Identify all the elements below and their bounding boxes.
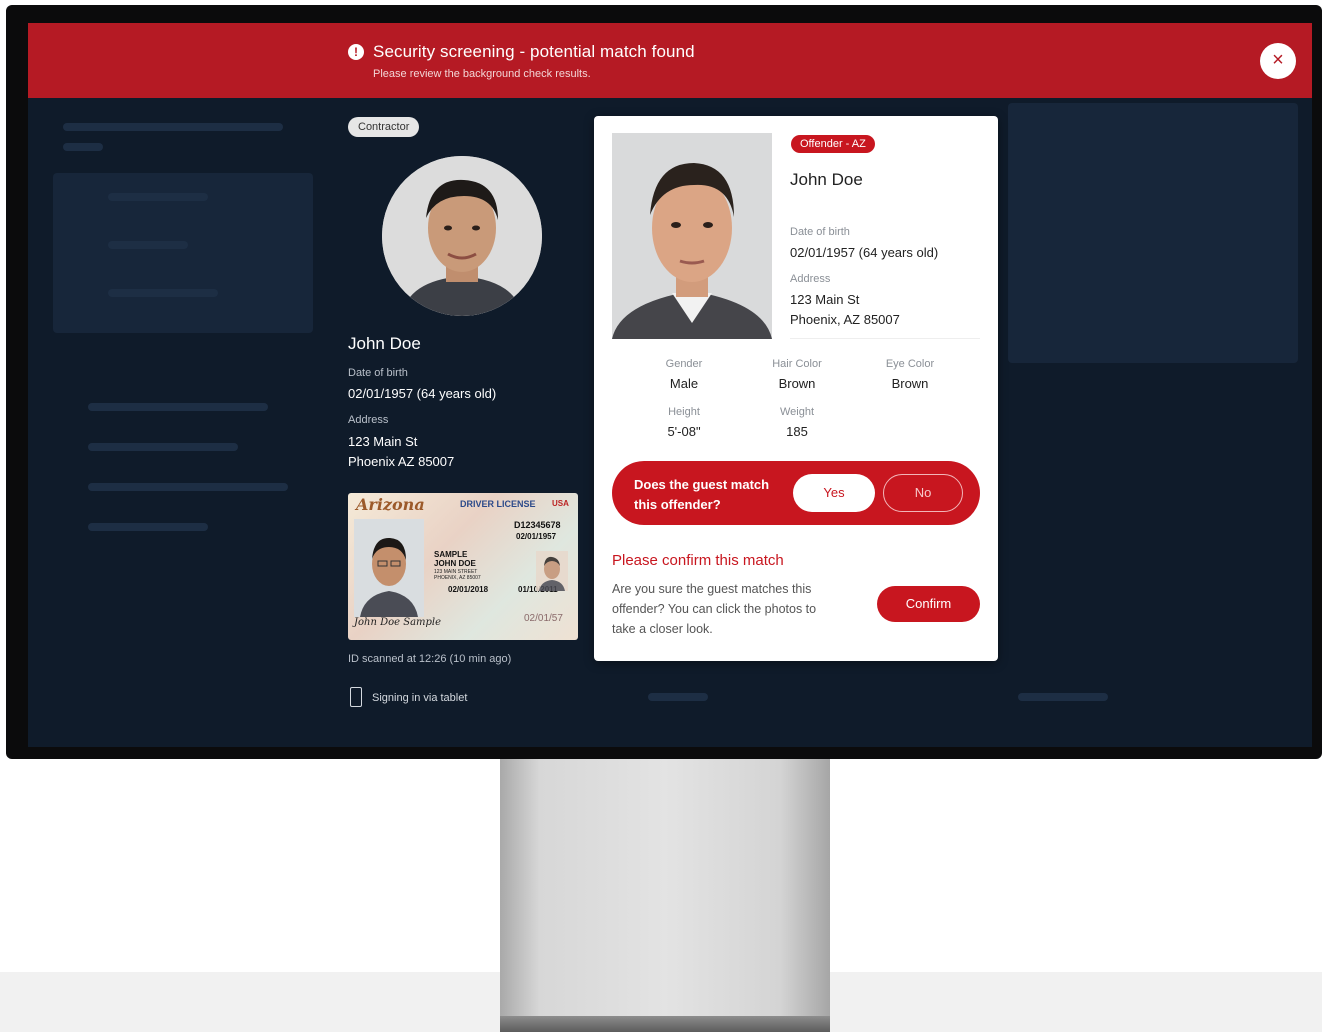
id-card-name1: SAMPLE: [434, 550, 468, 559]
screen: ! Security screening - potential match f…: [28, 23, 1312, 747]
alert-banner: ! Security screening - potential match f…: [28, 23, 1312, 98]
guest-address-line1: 123 Main St: [348, 434, 418, 449]
background-text: [108, 289, 218, 297]
id-card-stamp: 02/01/57: [524, 613, 563, 624]
guest-type-badge: Contractor: [348, 117, 420, 137]
match-question: Does the guest match this offender?: [634, 477, 770, 512]
background-text: [88, 403, 268, 411]
yes-button[interactable]: Yes: [793, 474, 875, 512]
exclamation-circle-icon: !: [348, 44, 364, 60]
match-question-panel: Does the guest match this offender? Yes …: [612, 461, 980, 525]
tablet-icon: [350, 687, 362, 707]
id-card-signature: John Doe Sample: [354, 617, 442, 628]
background-text: [88, 523, 208, 531]
attr-label: Weight: [779, 406, 815, 418]
offender-name: John Doe: [790, 170, 863, 189]
offender-address-line1: 123 Main St: [790, 292, 860, 307]
background-text: [108, 193, 208, 201]
offender-address-line2: Phoenix, AZ 85007: [790, 312, 900, 327]
offender-badge: Offender - AZ: [791, 135, 875, 153]
id-card-ghost-photo: [536, 551, 568, 591]
id-card-photo: [354, 519, 424, 617]
monitor-stand-base: [500, 1016, 830, 1032]
background-text: [108, 241, 188, 249]
offender-address-label: Address: [790, 273, 831, 285]
attr-weight: Weight 185: [747, 406, 847, 439]
signin-method-note: Signing in via tablet: [372, 692, 468, 704]
guest-dob-value: 02/01/1957 (64 years old): [348, 386, 497, 401]
close-icon[interactable]: ×: [1260, 43, 1296, 79]
id-card-city: PHOENIX, AZ 85007: [434, 575, 481, 581]
offender-match-card: Offender - AZ John Doe Date of birth 02/…: [594, 116, 998, 661]
attr-label: Hair Color: [772, 358, 822, 370]
id-card-title: DRIVER LICENSE: [460, 499, 536, 509]
offender-dob-value: 02/01/1957 (64 years old): [790, 245, 939, 260]
guest-dob-label: Date of birth: [348, 367, 408, 379]
attr-value: 185: [786, 424, 808, 439]
background-text: [63, 123, 283, 131]
offender-photo[interactable]: [612, 133, 772, 339]
background-text: [88, 483, 288, 491]
guest-address-label: Address: [348, 414, 389, 426]
offender-face-illustration: [612, 133, 772, 339]
attr-label: Eye Color: [885, 358, 935, 370]
attr-value: Brown: [891, 376, 929, 391]
guest-face-illustration: [382, 156, 542, 316]
attr-value: Male: [669, 376, 699, 391]
attr-height: Height 5'-08": [634, 406, 734, 439]
id-card-dob: 02/01/1957: [516, 532, 557, 541]
attr-label: Height: [668, 406, 700, 418]
id-card-image[interactable]: Arizona DRIVER LICENSE USA D12345678 02/…: [348, 493, 578, 640]
id-card-country: USA: [552, 499, 569, 508]
id-scan-note: ID scanned at 12:26 (10 min ago): [348, 653, 512, 665]
background-text: [648, 693, 708, 701]
id-card-dl-number: D12345678: [514, 520, 561, 530]
confirm-button[interactable]: Confirm: [877, 586, 980, 622]
divider: [790, 338, 980, 339]
alert-title: Security screening - potential match fou…: [373, 42, 695, 61]
attr-label: Gender: [665, 358, 703, 370]
attr-gender: Gender Male: [634, 358, 734, 391]
background-panel: [1008, 103, 1298, 363]
id-card-state: Arizona: [356, 495, 425, 514]
id-card-exp: 02/01/2018: [448, 585, 489, 594]
monitor-stand: [500, 759, 830, 1032]
offender-dob-label: Date of birth: [790, 226, 850, 238]
attr-value: Brown: [778, 376, 816, 391]
guest-name: John Doe: [348, 334, 421, 353]
guest-photo[interactable]: [382, 156, 542, 316]
guest-address-line2: Phoenix AZ 85007: [348, 454, 455, 469]
background-text: [88, 443, 238, 451]
confirm-title: Please confirm this match: [612, 552, 784, 569]
attr-value: 5'-08": [667, 424, 701, 439]
background-text: [63, 143, 103, 151]
alert-subtitle: Please review the background check resul…: [373, 68, 591, 80]
attr-eye-color: Eye Color Brown: [860, 358, 960, 391]
no-button[interactable]: No: [883, 474, 963, 512]
background-text: [1018, 693, 1108, 701]
id-card-name2: JOHN DOE: [434, 559, 476, 568]
attr-hair-color: Hair Color Brown: [747, 358, 847, 391]
confirm-text: Are you sure the guest matches this offe…: [612, 582, 817, 636]
monitor: ! Security screening - potential match f…: [6, 5, 1322, 759]
